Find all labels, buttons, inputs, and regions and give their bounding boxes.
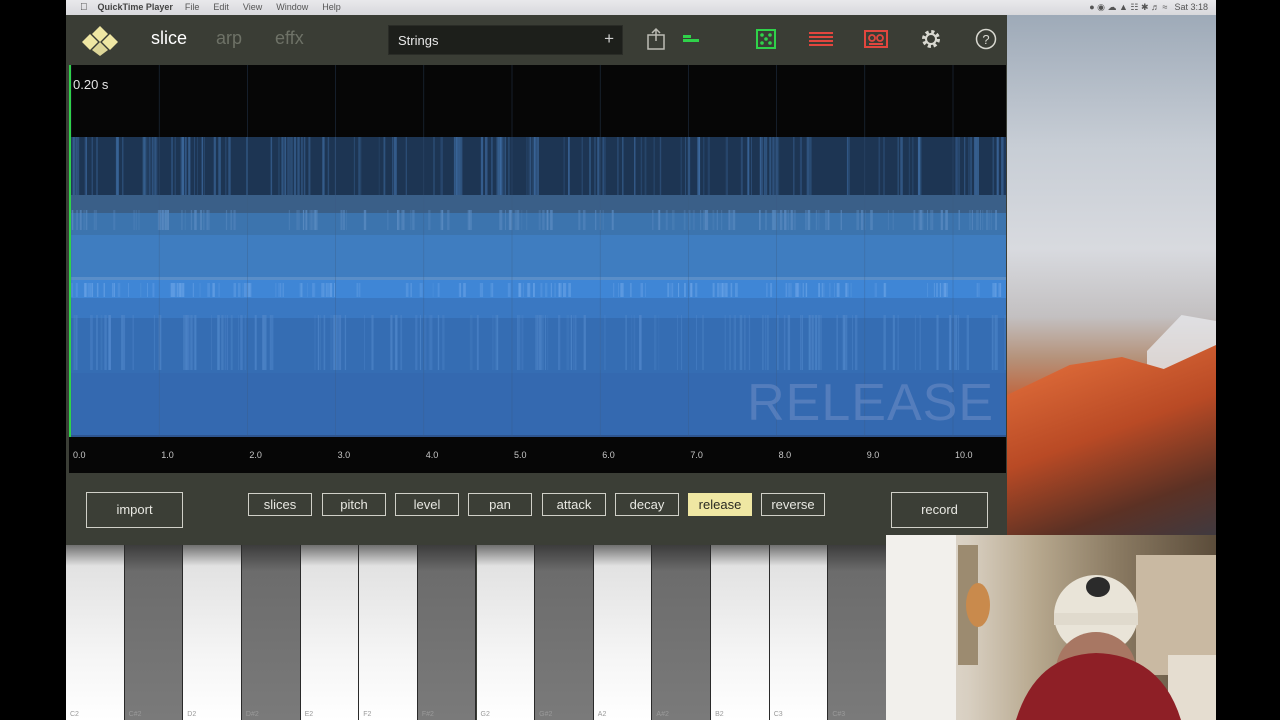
- piano-key[interactable]: E2: [300, 545, 360, 720]
- param-button-level[interactable]: level: [395, 493, 459, 516]
- time-tick: 6.0: [602, 450, 615, 460]
- piano-key-label: C#3: [832, 711, 846, 718]
- time-tick: 4.0: [425, 450, 439, 460]
- logo-icon[interactable]: [80, 24, 120, 56]
- param-button-decay[interactable]: decay: [615, 493, 679, 516]
- piano-key-label: C3: [773, 711, 783, 718]
- import-button[interactable]: import: [86, 492, 183, 528]
- param-button-reverse[interactable]: reverse: [761, 493, 825, 516]
- gear-icon[interactable]: [917, 25, 945, 53]
- help-icon[interactable]: ?: [972, 25, 1000, 53]
- param-button-attack[interactable]: attack: [542, 493, 606, 516]
- time-tick: 9.0: [866, 450, 880, 460]
- time-tick: 8.0: [778, 450, 792, 460]
- tab-slice[interactable]: slice: [151, 28, 187, 49]
- apple-icon[interactable]: : [80, 0, 88, 15]
- piano-key-label: B2: [715, 711, 724, 718]
- status-area: ● ◉ ☁ ▲ ☷ ✱ ♬ ≈ Sat 3:18: [1089, 0, 1208, 15]
- time-tick: 3.0: [337, 450, 351, 460]
- menu-edit[interactable]: Edit: [213, 0, 229, 15]
- piano-key[interactable]: G#2: [535, 545, 594, 720]
- menu-window[interactable]: Window: [276, 0, 308, 15]
- time-tick: 0.0: [73, 450, 86, 460]
- tape-icon[interactable]: [862, 25, 890, 53]
- share-icon[interactable]: [642, 25, 670, 53]
- piano-keyboard: C2 C#2 D2 D#2 E2 F2 F#2 G2 G#2 A2 A#2 B2 C3 C#3: [66, 545, 887, 720]
- lines-icon[interactable]: [807, 25, 835, 53]
- piano-key[interactable]: C#2: [124, 545, 184, 720]
- piano-key-label: E2: [304, 711, 314, 718]
- piano-key[interactable]: D#2: [241, 545, 301, 720]
- piano-key-label: F#2: [421, 711, 434, 718]
- menu-view[interactable]: View: [243, 0, 262, 15]
- menu-help[interactable]: Help: [322, 0, 341, 15]
- level-icon[interactable]: [677, 25, 705, 53]
- piano-key-label: G#2: [539, 711, 553, 718]
- piano-key-label: F2: [363, 711, 372, 718]
- waveform-view[interactable]: 0.20 s RELEASE 0.0 1.0 2.0 3.0 4.0 5.0 6.0 7.0 8…: [69, 65, 1006, 473]
- webcam-overlay: [886, 535, 1216, 720]
- piano-key[interactable]: F#2: [417, 545, 477, 720]
- time-tick: 5.0: [514, 450, 527, 460]
- svg-text:?: ?: [982, 32, 989, 47]
- piano-key[interactable]: D2: [183, 545, 242, 720]
- time-tick: 2.0: [249, 450, 262, 460]
- menu-clock[interactable]: Sat 3:18: [1174, 0, 1208, 15]
- parameter-row: import slices pitch level pan attack decay rel…: [66, 473, 1007, 545]
- piano-key[interactable]: A2: [593, 545, 653, 720]
- wallpaper-cliff: [1007, 345, 1216, 535]
- menu-bar:  QuickTime Player File Edit View Window…: [66, 0, 1216, 15]
- piano-key-label: G2: [480, 711, 490, 718]
- piano-key[interactable]: A#2: [652, 545, 712, 720]
- tab-arp[interactable]: arp: [216, 28, 242, 49]
- desktop-wallpaper: [1007, 15, 1216, 535]
- webcam-image: [886, 535, 1216, 720]
- piano-key-label: C#2: [128, 711, 142, 718]
- status-icons[interactable]: ● ◉ ☁ ▲ ☷ ✱ ♬ ≈: [1089, 0, 1167, 15]
- app-window: slice arp effx Strings + ? 0.20 s RELEAS…: [66, 15, 1007, 720]
- time-tick: 7.0: [690, 450, 703, 460]
- preset-name: Strings: [398, 33, 439, 48]
- time-tick: 1.0: [161, 450, 174, 460]
- piano-key[interactable]: B2: [711, 545, 770, 720]
- piano-key-label: D#2: [245, 711, 259, 718]
- menu-app-name[interactable]: QuickTime Player: [98, 0, 173, 15]
- param-button-slices[interactable]: slices: [248, 493, 312, 516]
- piano-key-label: A#2: [656, 711, 669, 718]
- preset-selector[interactable]: Strings +: [388, 25, 623, 55]
- param-button-release[interactable]: release: [688, 493, 752, 516]
- top-toolbar: slice arp effx Strings + ?: [66, 15, 1007, 65]
- time-tick: 10.0: [955, 450, 973, 460]
- add-preset-button[interactable]: +: [604, 29, 614, 49]
- piano-key[interactable]: C#3: [828, 545, 887, 720]
- piano-key-label: A2: [597, 711, 607, 718]
- piano-key[interactable]: C3: [769, 545, 829, 720]
- dice-icon[interactable]: [752, 25, 780, 53]
- piano-key-label: C2: [70, 711, 79, 718]
- piano-key[interactable]: C2: [66, 545, 125, 720]
- param-button-pitch[interactable]: pitch: [322, 493, 386, 516]
- piano-key[interactable]: G2: [476, 545, 536, 720]
- piano-key-label: D2: [187, 711, 197, 718]
- menu-file[interactable]: File: [185, 0, 200, 15]
- piano-key[interactable]: F2: [359, 545, 418, 720]
- time-readout: 0.20 s: [73, 77, 109, 92]
- param-button-pan[interactable]: pan: [468, 493, 532, 516]
- record-button[interactable]: record: [891, 492, 988, 528]
- mode-overlay-label: RELEASE: [747, 374, 994, 432]
- tab-effx[interactable]: effx: [275, 28, 304, 49]
